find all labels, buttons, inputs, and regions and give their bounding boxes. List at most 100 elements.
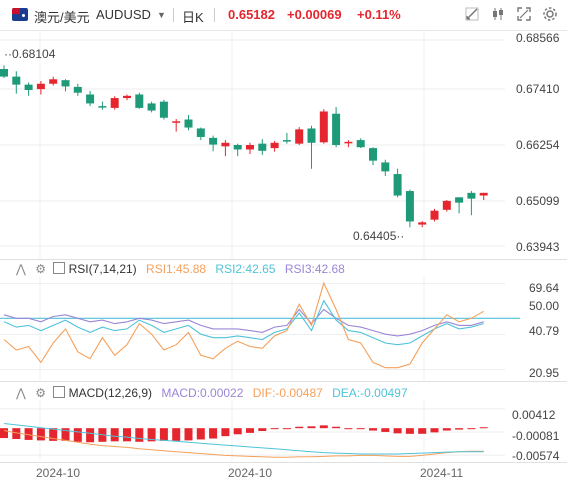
macd-bar (233, 428, 242, 435)
price-axis-label: 0.65099 (516, 194, 560, 208)
candle-body (12, 76, 21, 85)
candle-body (123, 95, 131, 99)
macd-bar (319, 425, 328, 429)
price-change: +0.00069 (287, 7, 342, 22)
macd-bar (221, 428, 230, 437)
macd-bar (123, 428, 131, 442)
high-price-marker: ··0.68104 (4, 47, 56, 61)
macd-bar (381, 428, 390, 432)
dea-value: DEA:-0.00497 (332, 386, 408, 400)
macd-bar (258, 428, 267, 431)
macd-bar (455, 428, 464, 430)
candle-body (86, 94, 95, 104)
rsi-axis-label: 50.00 (529, 299, 560, 313)
candle-body (196, 128, 205, 137)
macd-chart[interactable] (0, 400, 567, 462)
fullscreen-icon[interactable] (515, 6, 533, 24)
symbol-cn[interactable]: 澳元/美元 (34, 7, 90, 26)
rsi-chart[interactable] (0, 276, 567, 380)
rsi1-line (3, 281, 484, 369)
candle-body (98, 106, 107, 108)
macd-bar (430, 428, 439, 433)
candle-body (61, 80, 70, 87)
candle-body (221, 142, 230, 147)
draw-tool-icon[interactable] (463, 6, 481, 24)
price-axis-label: 0.66254 (516, 138, 560, 152)
macd-bar (369, 428, 377, 431)
macd-header: ⋀ ⚙ MACD(12,26,9) MACD:0.00022 DIF:-0.00… (16, 386, 408, 400)
price-axis-label: 0.63943 (516, 240, 560, 254)
candle-body (159, 101, 168, 118)
macd-bar (110, 428, 119, 442)
candle-body (418, 222, 427, 225)
candle-body (73, 86, 82, 93)
candle-body (135, 94, 144, 108)
macd-bar (196, 428, 205, 440)
price-axis-label: 0.67410 (516, 82, 560, 96)
macd-bar (393, 428, 402, 434)
candle-body (246, 145, 254, 150)
rsi-settings-icon[interactable]: ⚙ (35, 262, 46, 276)
price-change-pct: +0.11% (357, 7, 401, 22)
chart-toolbar: 澳元/美元 AUDUSD ▼ 日K 0.65182 +0.00069 +0.11… (0, 0, 567, 31)
macd-axis-label: 0.00412 (512, 408, 556, 422)
macd-settings-icon[interactable]: ⚙ (35, 386, 46, 400)
macd-value: MACD:0.00022 (161, 386, 244, 400)
macd-bar (344, 428, 353, 430)
candle-body (209, 137, 218, 145)
macd-bar (172, 428, 181, 441)
last-price: 0.65182 (228, 7, 275, 22)
macd-bar (135, 428, 144, 442)
candle-style-icon[interactable] (489, 6, 507, 24)
candle-body (24, 84, 33, 91)
macd-bar (467, 428, 476, 430)
rsi-toggle-icon[interactable] (53, 262, 66, 274)
flag-au-icon (12, 8, 28, 21)
macd-bar (246, 428, 254, 433)
collapse-icon[interactable]: ⋀ (16, 386, 26, 400)
collapse-icon[interactable]: ⋀ (16, 262, 26, 276)
macd-bar (295, 426, 304, 429)
macd-bar (282, 428, 291, 430)
macd-bar (86, 428, 95, 443)
macd-bar (405, 428, 414, 434)
rsi2-line (3, 299, 484, 346)
price-axis-label: 0.68566 (516, 31, 560, 45)
candle-body (479, 192, 488, 196)
candle-body (467, 192, 476, 199)
candle-body (36, 83, 45, 90)
macd-axis-label: -0.00081 (512, 429, 560, 443)
macd-bar (184, 428, 193, 441)
period-selector[interactable]: 日K (182, 7, 204, 26)
settings-icon[interactable] (541, 6, 559, 24)
time-axis-label: 2024-10 (228, 466, 273, 480)
high-price-label: 0.68104 (12, 47, 56, 61)
macd-bar (479, 427, 488, 429)
candle-body (258, 143, 267, 151)
macd-axis-label: -0.00574 (512, 449, 560, 463)
macd-title: MACD(12,26,9) (68, 386, 153, 400)
candle-body (110, 98, 119, 108)
candle-body (233, 145, 242, 150)
dropdown-caret-icon[interactable]: ▼ (157, 10, 166, 20)
candle-body (270, 142, 279, 149)
candle-body (49, 79, 58, 84)
candle-body (172, 121, 181, 123)
candle-body (455, 197, 464, 203)
candle-body (0, 69, 8, 77)
macd-bar (36, 428, 45, 441)
macd-bar (356, 428, 365, 430)
rsi-axis-label: 20.95 (529, 366, 560, 380)
dif-value: DIF:-0.00487 (252, 386, 323, 400)
price-chart[interactable] (0, 31, 567, 259)
symbol-code[interactable]: AUDUSD (96, 7, 151, 22)
macd-toggle-icon[interactable] (53, 386, 66, 398)
candle-body (307, 128, 316, 143)
rsi-axis-label: 69.64 (529, 281, 560, 295)
macd-bar (270, 428, 279, 430)
candle-body (369, 148, 377, 161)
rsi-axis-label: 40.79 (529, 324, 560, 338)
rsi3-value: RSI3:42.68 (284, 262, 345, 276)
macd-bar (418, 428, 427, 434)
candle-body (147, 103, 156, 111)
